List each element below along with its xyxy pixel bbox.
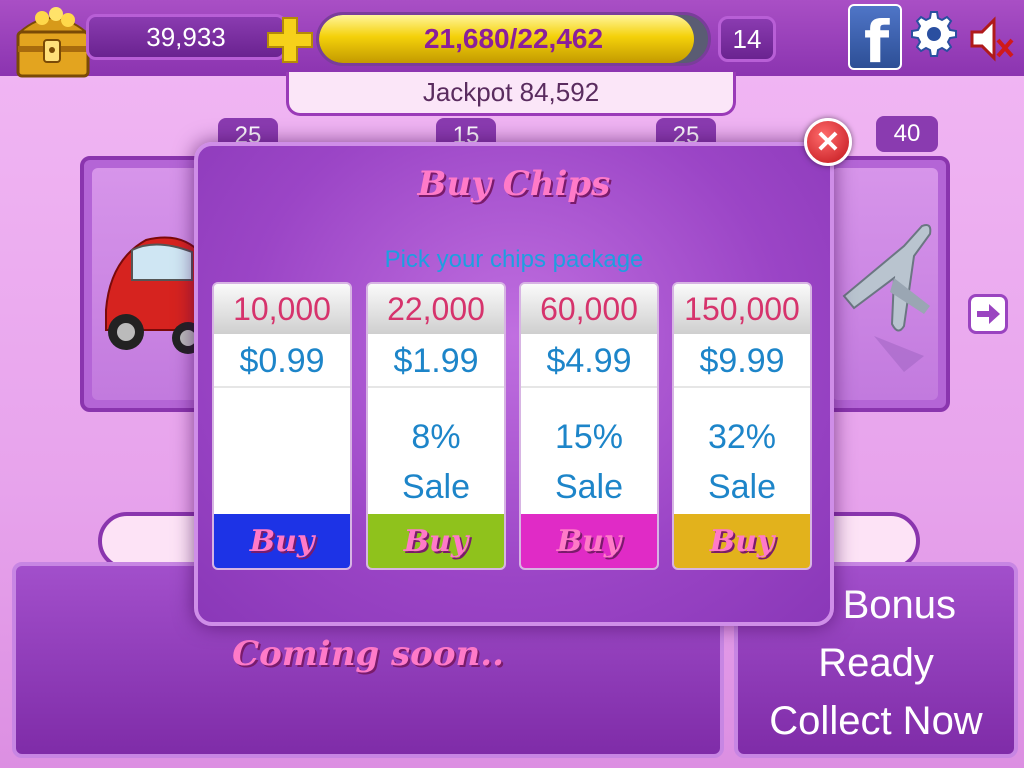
package-card-4[interactable]: 150,000 $9.99 32% Sale Buy bbox=[672, 282, 812, 570]
buy-button[interactable]: Buy bbox=[368, 514, 504, 568]
sale-percent: 8% bbox=[411, 418, 461, 456]
facebook-icon[interactable]: f bbox=[848, 4, 902, 76]
sale-label: Sale bbox=[554, 468, 624, 506]
modal-title: Buy Chips bbox=[417, 164, 611, 204]
package-card-2[interactable]: 22,000 $1.99 8% Sale Buy bbox=[366, 282, 506, 570]
package-sale: 8% Sale bbox=[368, 412, 504, 512]
package-sale: 32% Sale bbox=[674, 412, 810, 512]
room-badge-4: 40 bbox=[876, 116, 938, 152]
bonus-line-2: Ready bbox=[818, 641, 934, 685]
buy-button[interactable]: Buy bbox=[214, 514, 350, 568]
treasure-chest-icon[interactable] bbox=[6, 2, 98, 82]
sale-label: Sale bbox=[707, 468, 777, 506]
close-icon[interactable]: ✕ bbox=[804, 118, 852, 166]
sale-label: Sale bbox=[401, 468, 471, 506]
room-tile-plane[interactable] bbox=[820, 156, 950, 412]
arrow-right-icon[interactable] bbox=[968, 294, 1008, 334]
package-chips: 22,000 bbox=[368, 284, 504, 334]
package-card-1[interactable]: 10,000 $0.99 Buy bbox=[212, 282, 352, 570]
sale-percent: 32% bbox=[707, 418, 777, 456]
coin-balance: 39,933 bbox=[86, 14, 286, 60]
package-price: $1.99 bbox=[368, 336, 504, 388]
modal-subtitle: Pick your chips package bbox=[384, 246, 644, 273]
package-price: $0.99 bbox=[214, 336, 350, 388]
package-price: $9.99 bbox=[674, 336, 810, 388]
plus-icon[interactable] bbox=[264, 14, 316, 66]
package-price: $4.99 bbox=[521, 336, 657, 388]
buy-button[interactable]: Buy bbox=[521, 514, 657, 568]
package-chips: 60,000 bbox=[521, 284, 657, 334]
mute-icon[interactable] bbox=[966, 14, 1016, 64]
buy-button[interactable]: Buy bbox=[674, 514, 810, 568]
package-card-3[interactable]: 60,000 $4.99 15% Sale Buy bbox=[519, 282, 659, 570]
coming-soon-text: Coming soon.. bbox=[232, 634, 504, 674]
package-sale: 15% Sale bbox=[521, 412, 657, 512]
sale-percent: 15% bbox=[554, 418, 624, 456]
package-chips: 150,000 bbox=[674, 284, 810, 334]
bonus-line-3: Collect Now bbox=[769, 699, 983, 743]
level-badge: 14 bbox=[718, 16, 776, 62]
xp-text: 21,680/22,462 bbox=[423, 23, 604, 54]
jackpot-banner: Jackpot 84,592 bbox=[286, 72, 736, 116]
plane-image bbox=[842, 224, 932, 372]
xp-progress-bar: 21,680/22,462 bbox=[316, 12, 711, 66]
gear-icon[interactable] bbox=[910, 10, 958, 58]
package-chips: 10,000 bbox=[214, 284, 350, 334]
